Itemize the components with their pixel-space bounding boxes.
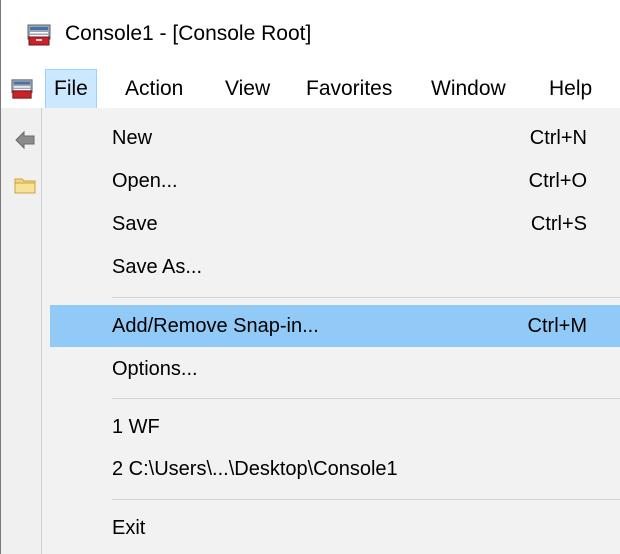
console-tree-pane (1, 108, 41, 554)
menu-item-exit[interactable]: Exit (50, 507, 620, 549)
menu-item-shortcut: Ctrl+O (528, 170, 587, 192)
mmc-console-icon (27, 24, 51, 46)
menu-view[interactable]: View (217, 70, 278, 108)
menu-help[interactable]: Help (541, 70, 600, 108)
menu-item-label: Save As... (112, 256, 203, 278)
menu-item-shortcut: Ctrl+S (530, 213, 587, 235)
menu-item-label: Options... (112, 358, 198, 380)
menu-bar: File Action View Favorites Window Help (1, 69, 620, 109)
menu-item-save[interactable]: Save Ctrl+S (50, 203, 620, 245)
back-arrow-icon[interactable] (14, 130, 36, 150)
menu-item-label: 1 WF (112, 416, 160, 438)
window-title: Console1 - [Console Root] (65, 22, 312, 45)
menu-item-save-as[interactable]: Save As... (50, 246, 620, 288)
menu-item-label: Open... (112, 170, 178, 192)
menu-item-label: Exit (112, 517, 146, 539)
file-menu-dropdown: New Ctrl+N Open... Ctrl+O Save Ctrl+S Sa… (41, 108, 620, 554)
menu-item-open[interactable]: Open... Ctrl+O (50, 160, 620, 202)
folder-icon[interactable] (14, 175, 36, 195)
menu-action[interactable]: Action (117, 70, 191, 108)
menu-separator (112, 297, 620, 298)
menu-item-label: 2 C:\Users\...\Desktop\Console1 (112, 458, 398, 480)
menu-item-label: Add/Remove Snap-in... (112, 315, 319, 337)
menu-item-new[interactable]: New Ctrl+N (50, 117, 620, 159)
mmc-console-icon[interactable] (11, 78, 33, 100)
menu-item-recent-1[interactable]: 1 WF (50, 406, 620, 448)
menu-separator (112, 499, 620, 500)
menu-favorites[interactable]: Favorites (298, 70, 400, 108)
menu-item-recent-2[interactable]: 2 C:\Users\...\Desktop\Console1 (50, 448, 620, 490)
menu-item-options[interactable]: Options... (50, 348, 620, 390)
menu-item-shortcut: Ctrl+N (529, 127, 587, 149)
menu-separator (112, 398, 620, 399)
title-bar: Console1 - [Console Root] (1, 0, 620, 62)
menu-item-label: Save (112, 213, 158, 235)
menu-item-add-remove-snap-in[interactable]: Add/Remove Snap-in... Ctrl+M (50, 305, 620, 347)
menu-window[interactable]: Window (423, 70, 514, 108)
menu-item-shortcut: Ctrl+M (527, 315, 587, 337)
menu-item-label: New (112, 127, 153, 149)
menu-file[interactable]: File (45, 69, 97, 109)
